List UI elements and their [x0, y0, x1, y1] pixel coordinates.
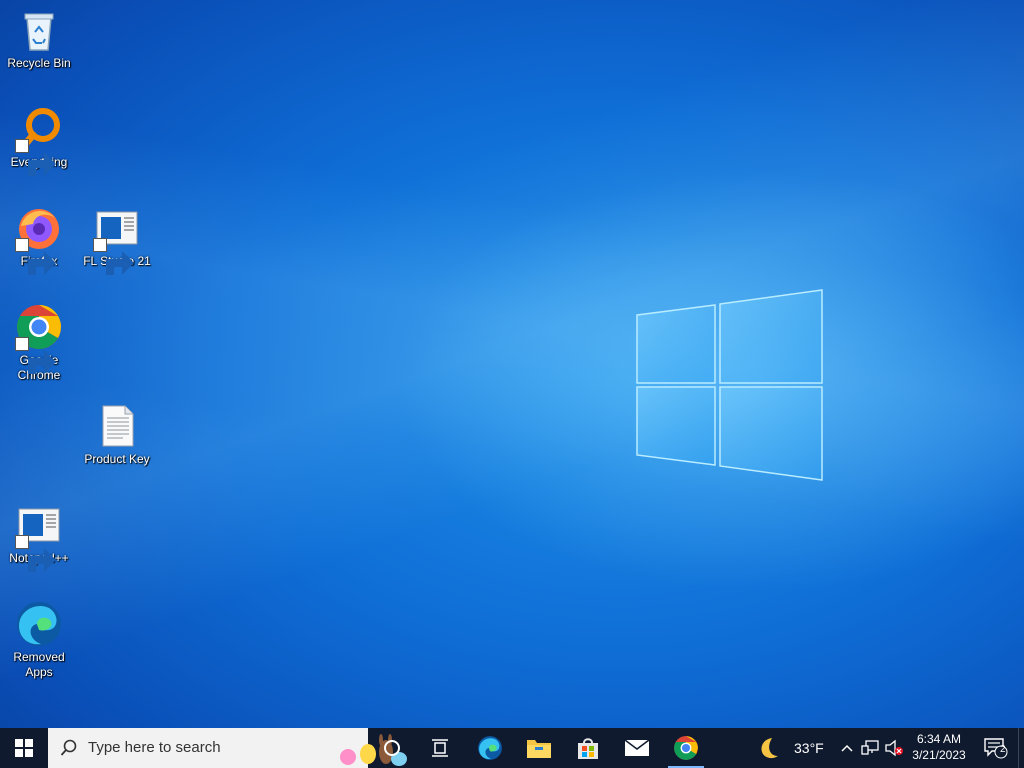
desktop-icon-product-key[interactable]: Product Key — [78, 402, 156, 467]
taskbar-app-microsoft-store[interactable] — [564, 728, 612, 768]
fl-studio-icon — [93, 204, 141, 275]
shortcut-arrow-icon — [15, 337, 56, 374]
file-explorer-icon — [527, 740, 551, 758]
weather-widget[interactable]: 33°F — [756, 728, 836, 768]
network-icon — [861, 740, 879, 755]
shortcut-arrow-icon — [93, 238, 134, 275]
text-document-icon — [93, 402, 141, 450]
taskbar-app-chrome[interactable] — [662, 728, 710, 768]
desktop-icon-google-chrome[interactable]: Google Chrome — [0, 303, 78, 383]
desktop-icon-label: Removed Apps — [13, 650, 65, 679]
moon-icon — [761, 738, 778, 759]
desktop-icon-firefox[interactable]: Firefox — [0, 204, 78, 275]
cortana-button[interactable] — [368, 728, 416, 768]
cortana-circle-icon — [384, 740, 400, 756]
chrome-icon — [674, 736, 698, 760]
search-placeholder: Type here to search — [88, 739, 221, 756]
chrome-icon — [15, 303, 63, 374]
desktop-icon-removed-apps[interactable]: Removed Apps — [0, 600, 78, 680]
windows-start-icon — [15, 739, 33, 757]
task-view-icon — [432, 739, 448, 757]
edge-icon — [478, 736, 502, 760]
network-tray-button[interactable] — [859, 728, 881, 768]
volume-muted-icon — [885, 739, 903, 757]
desktop-icon-everything[interactable]: Everything — [0, 105, 78, 176]
start-button[interactable] — [0, 728, 48, 768]
action-center-button[interactable]: 2 — [976, 728, 1016, 768]
show-desktop-button[interactable] — [1018, 728, 1024, 768]
taskbar-search-box[interactable]: Type here to search — [48, 728, 407, 768]
desktop-icon-label: Product Key — [84, 452, 150, 466]
mail-icon — [624, 739, 650, 756]
notepad-plus-plus-icon — [15, 501, 63, 572]
search-icon — [60, 739, 77, 756]
microsoft-store-icon — [578, 738, 598, 759]
taskbar-app-mail[interactable] — [613, 728, 661, 768]
show-hidden-icons-button[interactable] — [838, 728, 856, 768]
desktop-icon-label: Recycle Bin — [7, 56, 71, 70]
chevron-up-icon — [841, 744, 853, 752]
edge-icon — [15, 600, 63, 648]
task-view-button[interactable] — [416, 728, 464, 768]
light-beam — [0, 0, 1024, 728]
taskbar-app-edge[interactable] — [466, 728, 514, 768]
shortcut-arrow-icon — [15, 238, 56, 275]
desktop-wallpaper: Recycle Bin Everything F — [0, 0, 1024, 728]
notification-count-badge: 2 — [1000, 744, 1006, 755]
desktop-icon-recycle-bin[interactable]: Recycle Bin — [0, 6, 78, 71]
clock-date: 3/21/2023 — [912, 748, 966, 762]
desktop-icon-fl-studio[interactable]: FL Studio 21 — [78, 204, 156, 275]
volume-tray-button[interactable] — [883, 728, 905, 768]
shortcut-arrow-icon — [15, 139, 56, 176]
recycle-bin-icon — [15, 6, 63, 54]
firefox-icon — [15, 204, 63, 275]
taskbar-app-file-explorer[interactable] — [515, 728, 563, 768]
windows-logo-wallpaper — [636, 289, 823, 481]
taskbar: Type here to search 33°F 6:34 AM 3/21/20… — [0, 728, 1024, 768]
desktop-icon-notepad-plus-plus[interactable]: Notepad++ — [0, 501, 78, 572]
everything-search-icon — [15, 105, 63, 176]
taskbar-clock[interactable]: 6:34 AM 3/21/2023 — [906, 731, 972, 763]
shortcut-arrow-icon — [15, 535, 56, 572]
weather-temperature: 33°F — [794, 740, 824, 756]
clock-time: 6:34 AM — [916, 732, 962, 746]
